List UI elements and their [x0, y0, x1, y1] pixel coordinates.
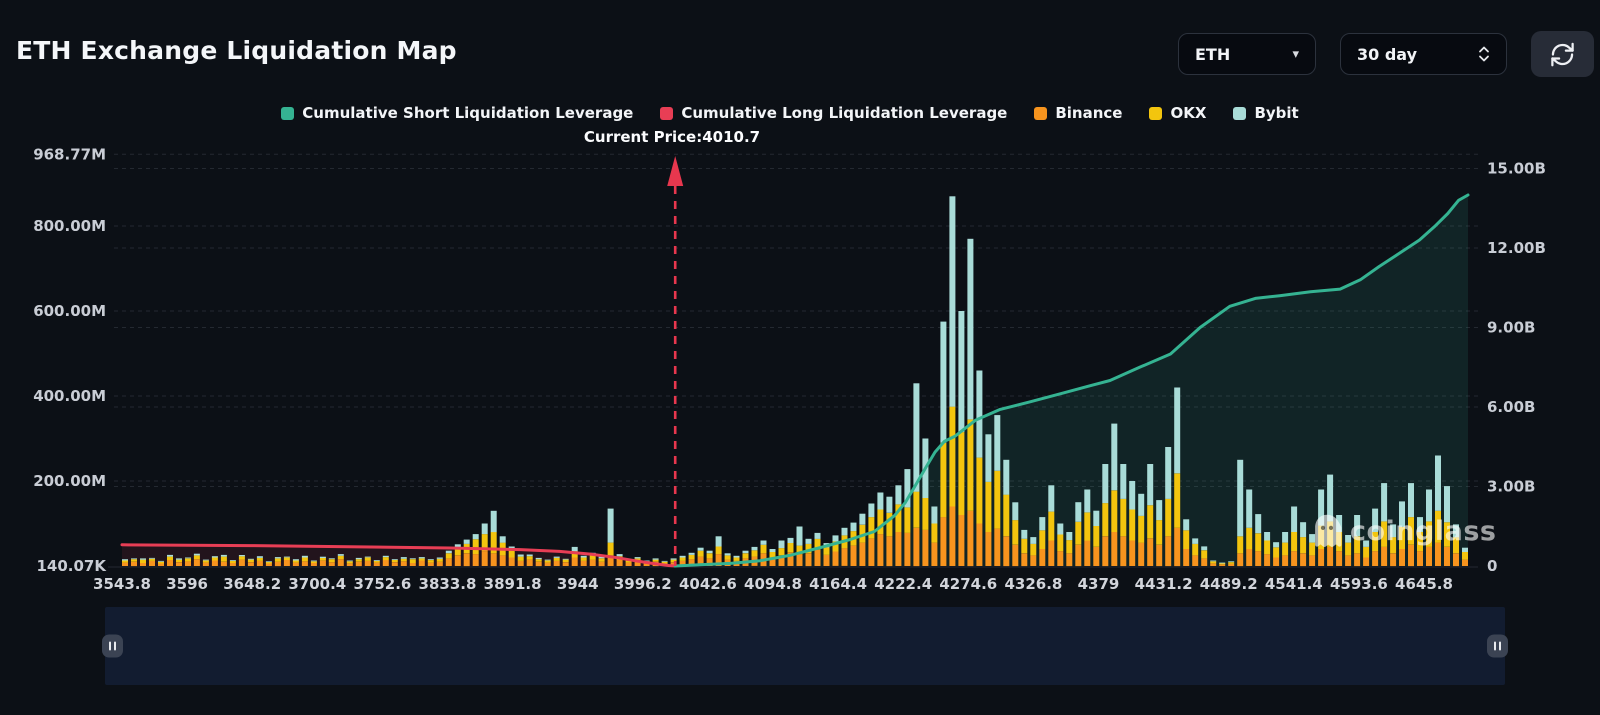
liquidation-map-panel: ETH Exchange Liquidation Map ETH ▾ 30 da… [0, 0, 1600, 715]
svg-text:4593.6: 4593.6 [1330, 575, 1388, 593]
slider-handle-right[interactable] [1487, 635, 1508, 658]
svg-text:140.07K: 140.07K [36, 557, 107, 575]
svg-text:4489.2: 4489.2 [1200, 575, 1258, 593]
svg-text:3648.2: 3648.2 [223, 575, 281, 593]
svg-text:12.00B: 12.00B [1487, 239, 1546, 257]
range-slider[interactable] [105, 607, 1505, 685]
svg-text:4164.4: 4164.4 [809, 575, 867, 593]
svg-text:3752.6: 3752.6 [353, 575, 411, 593]
svg-text:15.00B: 15.00B [1487, 160, 1546, 178]
svg-text:4431.2: 4431.2 [1135, 575, 1193, 593]
svg-text:4222.4: 4222.4 [874, 575, 932, 593]
svg-text:400.00M: 400.00M [33, 387, 106, 405]
svg-text:3996.2: 3996.2 [614, 575, 672, 593]
svg-text:968.77M: 968.77M [33, 145, 106, 163]
svg-text:4541.4: 4541.4 [1265, 575, 1323, 593]
svg-text:3944: 3944 [557, 575, 599, 593]
svg-text:4094.8: 4094.8 [744, 575, 802, 593]
svg-text:3543.8: 3543.8 [93, 575, 151, 593]
svg-text:4042.6: 4042.6 [679, 575, 737, 593]
svg-text:4645.8: 4645.8 [1395, 575, 1453, 593]
svg-text:4379: 4379 [1078, 575, 1120, 593]
svg-text:3891.8: 3891.8 [484, 575, 542, 593]
slider-handle-left[interactable] [102, 635, 123, 658]
svg-text:9.00B: 9.00B [1487, 319, 1535, 337]
svg-text:200.00M: 200.00M [33, 472, 106, 490]
svg-text:3596: 3596 [166, 575, 208, 593]
svg-text:4274.6: 4274.6 [939, 575, 997, 593]
svg-text:6.00B: 6.00B [1487, 398, 1535, 416]
svg-text:800.00M: 800.00M [33, 217, 106, 235]
svg-text:3833.8: 3833.8 [419, 575, 477, 593]
svg-text:3.00B: 3.00B [1487, 478, 1535, 496]
svg-text:3700.4: 3700.4 [288, 575, 346, 593]
svg-text:0: 0 [1487, 557, 1497, 575]
svg-text:4326.8: 4326.8 [1004, 575, 1062, 593]
svg-text:600.00M: 600.00M [33, 302, 106, 320]
